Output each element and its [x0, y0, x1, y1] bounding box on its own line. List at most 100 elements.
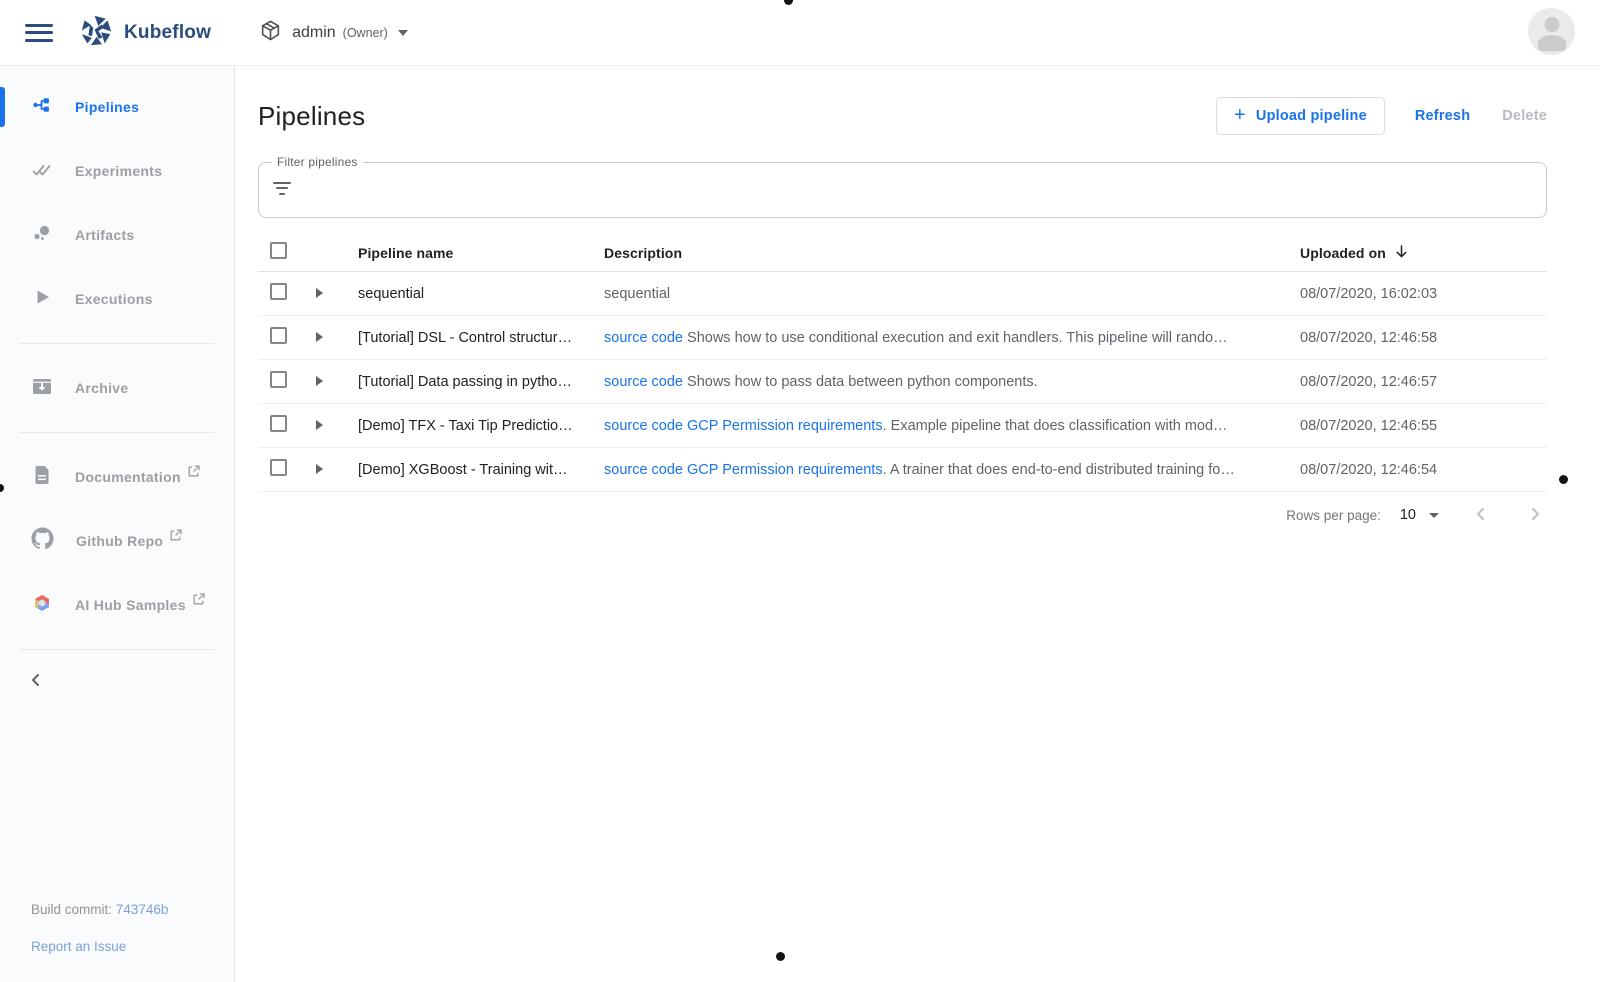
kubeflow-logo-icon — [80, 14, 113, 52]
uploaded-on-value: 08/07/2020, 12:46:55 — [1300, 418, 1547, 434]
previous-page-button[interactable] — [1469, 506, 1493, 525]
active-indicator — [0, 87, 5, 127]
sidebar-item-archive[interactable]: Archive — [0, 368, 234, 408]
sidebar-item-label: Github Repo — [76, 533, 163, 549]
page-title: Pipelines — [258, 101, 1216, 132]
pipeline-name-link[interactable]: sequential — [358, 286, 604, 302]
namespace-role: (Owner) — [343, 26, 388, 40]
uploaded-on-value: 08/07/2020, 12:46:58 — [1300, 330, 1547, 346]
description-text: sequential — [604, 286, 670, 302]
main-content: Pipelines + Upload pipeline Refresh Dele… — [235, 66, 1600, 982]
user-avatar[interactable] — [1528, 8, 1575, 55]
filter-field[interactable]: Filter pipelines — [258, 162, 1547, 218]
chevron-down-icon — [1429, 513, 1439, 518]
expand-row-icon[interactable] — [316, 376, 323, 386]
sidebar-item-executions[interactable]: Executions — [0, 279, 234, 319]
edge-artifact-dot — [776, 952, 785, 961]
sidebar-item-experiments[interactable]: Experiments — [0, 151, 234, 191]
github-icon — [31, 527, 54, 555]
kubeflow-brand[interactable]: Kubeflow — [80, 14, 211, 52]
description-link[interactable]: source code — [604, 462, 683, 478]
sidebar-item-label: Pipelines — [75, 99, 139, 115]
expand-row-icon[interactable] — [316, 288, 323, 298]
description-text: . A trainer that does end-to-end distrib… — [883, 462, 1235, 478]
table-row: sequentialsequential 08/07/2020, 16:02:03 — [258, 272, 1547, 316]
row-checkbox[interactable] — [270, 459, 287, 476]
archive-icon — [31, 375, 53, 402]
pipeline-description: source code GCP Permission requirements.… — [604, 462, 1300, 478]
refresh-button[interactable]: Refresh — [1415, 108, 1470, 124]
external-link-icon — [170, 528, 182, 546]
row-checkbox[interactable] — [270, 415, 287, 432]
edge-artifact-dot — [1559, 475, 1568, 484]
pagination: Rows per page: 10 — [258, 492, 1547, 538]
artifacts-icon — [31, 222, 53, 249]
pipelines-table: Pipeline name Description Uploaded on se… — [258, 234, 1547, 492]
next-page-button[interactable] — [1523, 506, 1547, 525]
table-row: [Tutorial] DSL - Control structur…source… — [258, 316, 1547, 360]
sidebar-item-label: Experiments — [75, 163, 162, 179]
sidebar-item-github-repo[interactable]: Github Repo — [0, 521, 234, 561]
chevron-down-icon — [398, 30, 408, 36]
uploaded-on-value: 08/07/2020, 16:02:03 — [1300, 286, 1547, 302]
row-checkbox[interactable] — [270, 371, 287, 388]
description-link[interactable]: source code — [604, 330, 683, 346]
filter-input[interactable] — [303, 182, 1532, 199]
hamburger-menu-icon[interactable] — [25, 19, 53, 46]
upload-pipeline-button[interactable]: + Upload pipeline — [1216, 97, 1385, 135]
sidebar-item-ai-hub-samples[interactable]: AI Hub Samples — [0, 585, 234, 625]
pipeline-name-link[interactable]: [Tutorial] Data passing in pytho… — [358, 374, 604, 390]
pipeline-name-link[interactable]: [Demo] TFX - Taxi Tip Predictio… — [358, 418, 604, 434]
sidebar-item-documentation[interactable]: Documentation — [0, 457, 234, 497]
column-header-description[interactable]: Description — [604, 245, 1300, 261]
sidebar-item-pipelines[interactable]: Pipelines — [0, 87, 234, 127]
uploaded-on-value: 08/07/2020, 12:46:54 — [1300, 462, 1547, 478]
expand-row-icon[interactable] — [316, 420, 323, 430]
ai-hub-icon — [31, 592, 53, 619]
description-link[interactable]: source code — [604, 374, 683, 390]
column-header-uploaded-on[interactable]: Uploaded on — [1300, 244, 1547, 262]
top-bar: Kubeflow admin (Owner) — [0, 0, 1600, 66]
column-header-pipeline-name[interactable]: Pipeline name — [358, 245, 604, 261]
sidebar-divider — [20, 343, 214, 344]
document-icon — [31, 464, 53, 491]
rows-per-page-select[interactable]: 10 — [1400, 507, 1439, 523]
pipeline-description: source code GCP Permission requirements.… — [604, 418, 1300, 434]
expand-row-icon[interactable] — [316, 464, 323, 474]
table-row: [Tutorial] Data passing in pytho…source … — [258, 360, 1547, 404]
executions-icon — [31, 286, 53, 313]
table-row: [Demo] TFX - Taxi Tip Predictio…source c… — [258, 404, 1547, 448]
chevron-left-icon — [28, 672, 44, 688]
description-link[interactable]: GCP Permission requirements — [683, 462, 883, 478]
sidebar-item-artifacts[interactable]: Artifacts — [0, 215, 234, 255]
sidebar-item-label: Archive — [75, 380, 128, 396]
upload-pipeline-label: Upload pipeline — [1256, 108, 1367, 124]
delete-button[interactable]: Delete — [1502, 108, 1547, 124]
row-checkbox[interactable] — [270, 283, 287, 300]
experiments-icon — [31, 158, 53, 185]
sidebar-item-label: Artifacts — [75, 227, 135, 243]
report-issue-link[interactable]: Report an Issue — [31, 939, 126, 954]
pipeline-description: sequential — [604, 286, 1300, 302]
sidebar: Pipelines Experiments — [0, 66, 235, 982]
description-link[interactable]: GCP Permission requirements — [683, 418, 883, 434]
build-commit-link[interactable]: 743746b — [116, 902, 169, 917]
filter-field-label: Filter pipelines — [272, 155, 363, 169]
plus-icon: + — [1234, 104, 1246, 127]
brand-name: Kubeflow — [124, 22, 211, 44]
pipelines-icon — [31, 94, 53, 121]
sort-descending-icon — [1394, 244, 1409, 262]
expand-row-icon[interactable] — [316, 332, 323, 342]
namespace-name: admin — [292, 24, 336, 42]
sidebar-collapse-button[interactable] — [0, 668, 234, 692]
pipeline-name-link[interactable]: [Demo] XGBoost - Training wit… — [358, 462, 604, 478]
sidebar-divider — [20, 432, 214, 433]
namespace-selector[interactable]: admin (Owner) — [259, 19, 408, 47]
select-all-checkbox[interactable] — [270, 242, 287, 259]
pipeline-name-link[interactable]: [Tutorial] DSL - Control structur… — [358, 330, 604, 346]
external-link-icon — [188, 464, 200, 482]
description-link[interactable]: source code — [604, 418, 683, 434]
row-checkbox[interactable] — [270, 327, 287, 344]
table-header-row: Pipeline name Description Uploaded on — [258, 234, 1547, 272]
description-text: Shows how to use conditional execution a… — [683, 330, 1228, 346]
